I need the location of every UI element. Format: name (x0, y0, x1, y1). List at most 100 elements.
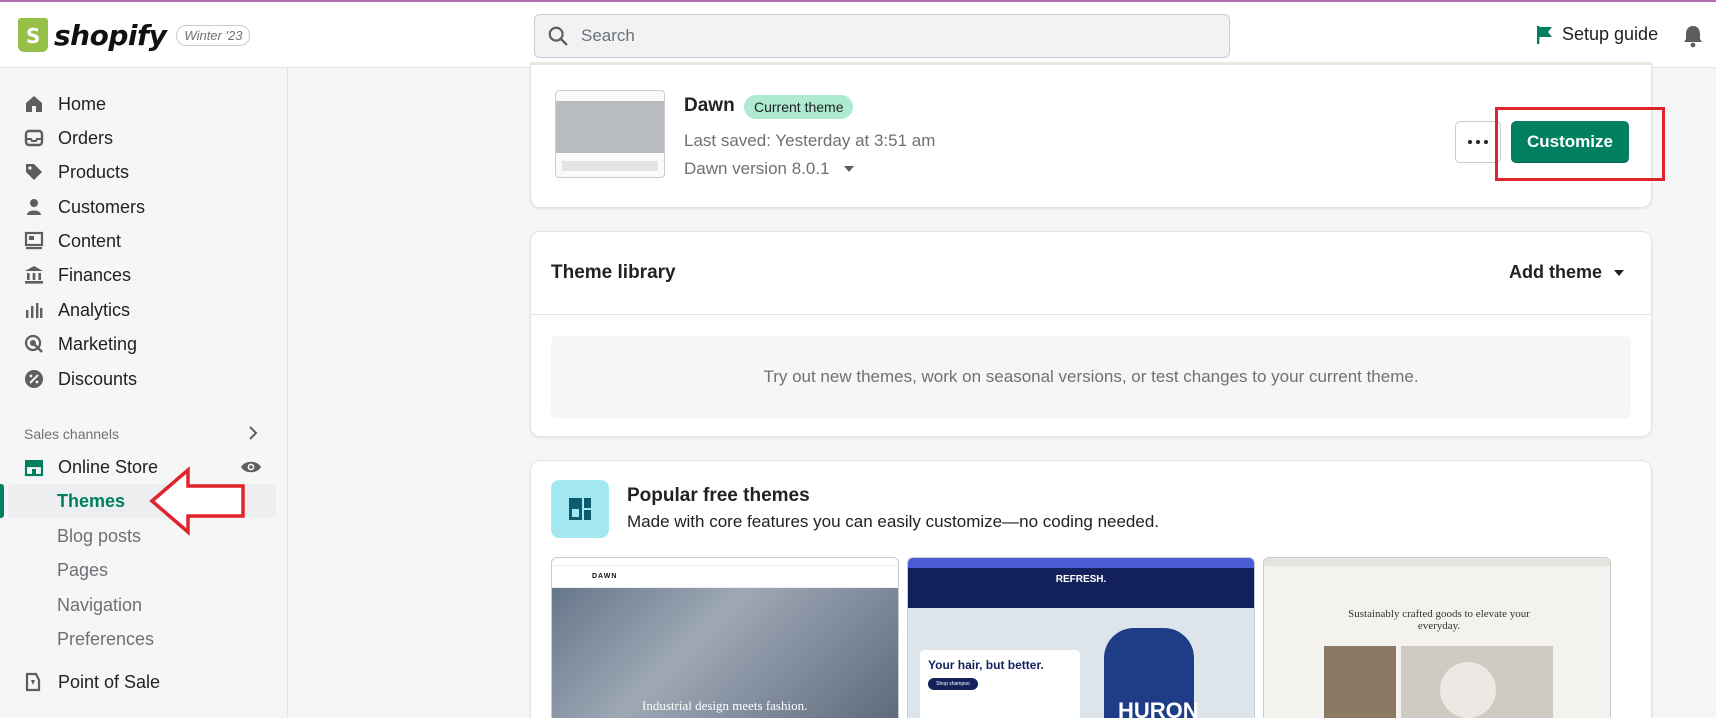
add-theme-button[interactable]: Add theme (1509, 262, 1625, 283)
preview-brand: DAWN (592, 573, 618, 580)
sidebar-item-label: Customers (58, 196, 146, 217)
preview-plate-image (1440, 662, 1496, 718)
thumbnail-row (562, 161, 658, 171)
preview-image-left (1324, 646, 1396, 718)
sidebar-subitem-blog-posts[interactable]: Blog posts (57, 526, 141, 547)
theme-library-card: Theme library Add theme Try out new them… (530, 231, 1652, 437)
sidebar-item-marketing[interactable]: Marketing (24, 329, 137, 359)
popular-themes-subtitle: Made with core features you can easily c… (627, 512, 1160, 531)
last-saved-text: Last saved: Yesterday at 3:51 am (684, 131, 936, 150)
pos-icon (25, 672, 41, 692)
preview-tagline: Sustainably crafted goods to elevate you… (1348, 608, 1530, 632)
bank-icon (25, 266, 43, 284)
sidebar-item-orders[interactable]: Orders (24, 123, 113, 153)
thumbnail-hero (556, 101, 664, 153)
sidebar-item-label: Point of Sale (58, 671, 161, 692)
theme-name: Dawn (684, 95, 735, 116)
search-bar[interactable] (534, 14, 1230, 58)
content-icon (24, 231, 44, 250)
empty-state-text: Try out new themes, work on seasonal ver… (763, 367, 1419, 386)
theme-version-dropdown[interactable]: Dawn version 8.0.1 (684, 159, 854, 179)
sidebar-item-online-store[interactable]: Online Store (24, 452, 158, 482)
version-badge: Winter '23 (176, 24, 251, 46)
preview-announcement-bar (552, 558, 898, 566)
tag-icon (26, 164, 42, 180)
preview-nav: REFRESH. (908, 568, 1254, 608)
preview-announcement-bar (1264, 558, 1610, 566)
layout-icon (569, 498, 591, 520)
discount-icon (25, 370, 43, 388)
orders-icon (24, 129, 44, 147)
flag-icon (1537, 25, 1552, 44)
caret-down-icon (843, 166, 854, 172)
current-theme-card: Dawn Current theme Last saved: Yesterday… (530, 62, 1652, 208)
theme-preview-dawn[interactable]: DAWN Industrial design meets fashion. (551, 557, 899, 718)
sidebar-item-analytics[interactable]: Analytics (24, 295, 130, 325)
active-indicator (0, 484, 4, 518)
preview-hero-text: Industrial design meets fashion. (642, 698, 808, 713)
sidebar-item-label: Home (58, 93, 107, 114)
sidebar-item-label: Analytics (58, 299, 131, 320)
chevron-right-icon[interactable] (246, 424, 260, 442)
bar-chart-icon (26, 303, 43, 318)
logo-text: shopify (54, 18, 167, 52)
setup-guide-label: Setup guide (1562, 24, 1659, 44)
preview-headline: Your hair, but better. (928, 658, 1044, 672)
popular-themes-title: Popular free themes (627, 485, 810, 506)
sidebar-item-label: Online Store (58, 456, 159, 477)
sidebar-subitem-navigation[interactable]: Navigation (57, 595, 142, 616)
caret-down-icon (1614, 269, 1625, 276)
preview-nav: DAWN (552, 566, 898, 588)
annotation-highlight-box (1495, 107, 1665, 181)
current-theme-badge: Current theme (744, 95, 854, 119)
search-icon (548, 26, 568, 46)
popular-themes-card: Popular free themes Made with core featu… (530, 460, 1652, 718)
sidebar-item-products[interactable]: Products (24, 157, 129, 187)
theme-library-title: Theme library (551, 262, 676, 283)
shopify-logo[interactable]: shopify Winter '23 (18, 18, 251, 52)
shopify-bag-icon (18, 18, 48, 52)
theme-version-label: Dawn version 8.0.1 (684, 159, 830, 178)
dot-icon (1476, 140, 1480, 144)
sidebar-item-label: Marketing (58, 333, 138, 354)
sidebar-item-finances[interactable]: Finances (24, 260, 131, 290)
sidebar-item-label: Products (58, 161, 130, 182)
sidebar-subitem-preferences[interactable]: Preferences (57, 629, 154, 650)
setup-guide-link[interactable]: Setup guide (1536, 24, 1658, 45)
sidebar-item-label: Finances (58, 264, 132, 285)
target-icon (24, 334, 43, 353)
sidebar-subitem-themes[interactable]: Themes (57, 491, 125, 512)
dawn-theme-thumbnail[interactable] (555, 90, 665, 178)
dot-icon (1484, 140, 1488, 144)
preview-announcement-bar (908, 558, 1254, 568)
theme-preview-refresh[interactable]: REFRESH. HURON Your hair, but better. Sh… (907, 557, 1255, 718)
sidebar-item-label: Orders (58, 127, 114, 148)
sidebar: Home Orders Products Customers Content F… (0, 68, 288, 718)
sidebar-item-discounts[interactable]: Discounts (24, 364, 137, 394)
sidebar-item-content[interactable]: Content (24, 226, 121, 256)
divider (531, 314, 1651, 315)
preview-brand: REFRESH. (1055, 574, 1107, 585)
add-theme-label: Add theme (1509, 262, 1603, 282)
theme-preview-craft[interactable]: Sustainably crafted goods to elevate you… (1263, 557, 1611, 718)
store-icon (24, 460, 44, 477)
sidebar-item-label: Content (58, 230, 122, 251)
sidebar-item-label: Discounts (58, 368, 138, 389)
sales-channels-label: Sales channels (24, 426, 119, 442)
preview-product-label: HURON (1118, 698, 1199, 718)
home-icon (26, 96, 42, 112)
bell-icon[interactable] (1682, 24, 1704, 48)
annotation-arrow-icon (149, 466, 245, 536)
themes-icon (551, 480, 609, 538)
preview-shop-button: Shop shampoo (928, 678, 978, 690)
sidebar-item-customers[interactable]: Customers (24, 192, 145, 222)
sidebar-subitem-pages[interactable]: Pages (57, 560, 108, 581)
top-bar: shopify Winter '23 Setup guide (0, 0, 1716, 68)
preview-promo-card: Your hair, but better. Shop shampoo (920, 650, 1080, 718)
person-icon (27, 199, 41, 215)
theme-library-empty-state: Try out new themes, work on seasonal ver… (551, 336, 1631, 418)
search-input[interactable] (581, 26, 1181, 46)
sidebar-item-home[interactable]: Home (24, 89, 106, 119)
sidebar-item-point-of-sale[interactable]: Point of Sale (24, 667, 160, 697)
dot-icon (1468, 140, 1472, 144)
